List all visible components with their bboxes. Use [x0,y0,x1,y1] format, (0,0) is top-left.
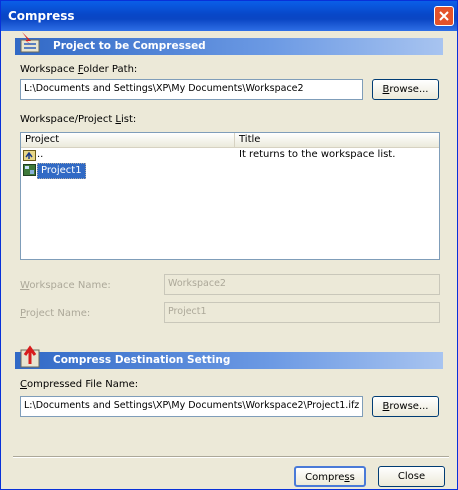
project-icon [23,164,36,176]
close-button[interactable]: Close [378,466,445,487]
workspace-path-label: Workspace Folder Path: [20,64,138,75]
project-name-label: Project Name: [20,308,91,319]
workspace-path-field[interactable]: L:\Documents and Settings\XP\My Document… [20,79,363,100]
list-item-name: Project1 [37,163,86,179]
compressed-file-field[interactable]: L:\Documents and Settings\XP\My Document… [20,396,363,417]
compressed-file-label: Compressed File Name: [20,379,139,390]
compress-dialog: Compress Project to be Compressed Worksp… [0,0,458,490]
compress-project-icon [20,32,40,53]
footer-separator [13,456,449,458]
compress-destination-icon [20,345,40,368]
compress-button[interactable]: Compress [294,466,366,487]
close-window-button[interactable] [434,6,454,26]
column-header-title[interactable]: Title [235,133,439,147]
list-item-name: .. [37,149,44,160]
project-list[interactable]: Project Title .. It returns to the works… [20,132,440,260]
column-header-project[interactable]: Project [21,133,235,147]
workspace-name-field: Workspace2 [164,274,440,295]
list-item[interactable]: .. It returns to the workspace list. [21,148,439,162]
list-item[interactable]: Project1 [21,163,439,179]
project-list-label: Workspace/Project List: [20,114,137,125]
close-icon [439,11,449,21]
window-title: Compress [8,9,75,23]
project-name-field: Project1 [164,302,440,323]
section-project-header: Project to be Compressed [15,32,443,55]
list-item-title: It returns to the workspace list. [239,149,396,160]
section-destination-header: Compress Destination Setting [15,345,443,369]
browse-workspace-button[interactable]: Browse... [372,79,439,100]
workspace-name-label: Workspace Name: [20,280,111,291]
folder-up-icon [23,150,36,161]
section-destination-title: Compress Destination Setting [53,354,231,366]
section-project-title: Project to be Compressed [53,40,206,52]
browse-destination-button[interactable]: Browse... [372,396,439,417]
list-header: Project Title [21,133,439,148]
title-bar[interactable]: Compress [1,1,457,31]
